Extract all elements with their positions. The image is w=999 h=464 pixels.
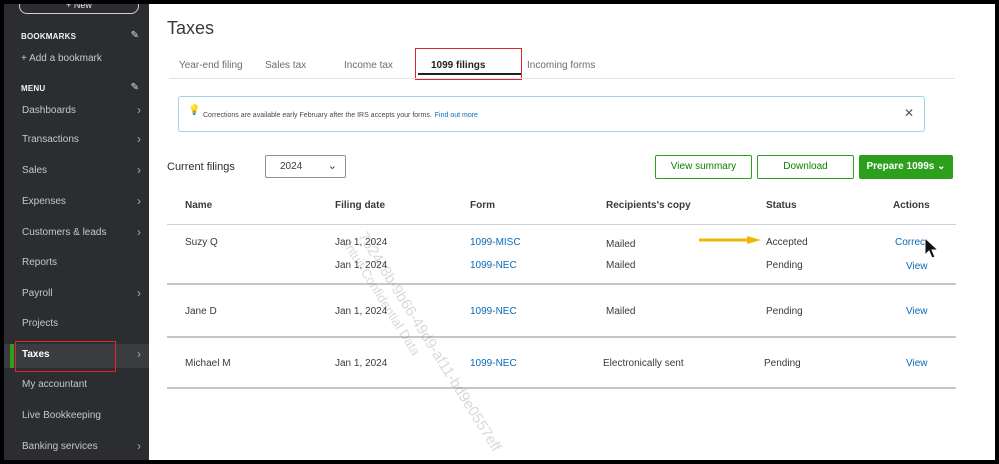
chevron-right-icon: › <box>137 163 141 177</box>
view-link[interactable]: View <box>906 358 928 369</box>
info-banner: 💡 Corrections are available early Februa… <box>178 96 925 132</box>
sidebar-item-expenses[interactable]: Expenses › <box>4 191 149 215</box>
sidebar-item-label: Transactions <box>22 134 79 145</box>
form-link[interactable]: 1099-NEC <box>470 306 517 317</box>
banner-text: Corrections are available early February… <box>203 112 432 119</box>
sidebar-item-label: Projects <box>22 318 59 329</box>
column-header-actions: Actions <box>893 200 930 211</box>
chevron-right-icon: › <box>137 103 141 117</box>
year-select[interactable]: 2024 ⌄ <box>265 155 346 178</box>
view-summary-button[interactable]: View summary <box>655 155 752 179</box>
cell-recipients-copy: Mailed <box>606 239 636 250</box>
sidebar-item-label: Sales <box>22 165 48 176</box>
tab-income-tax[interactable]: Income tax <box>344 60 393 71</box>
chevron-right-icon: › <box>137 225 141 239</box>
tab-incoming-forms[interactable]: Incoming forms <box>527 60 595 71</box>
sidebar-item-label: Banking services <box>22 441 98 452</box>
cell-filing-date: Jan 1, 2024 <box>335 306 388 317</box>
sidebar-item-customers-leads[interactable]: Customers & leads › <box>4 222 149 246</box>
prepare-1099s-label: Prepare 1099s <box>866 161 935 172</box>
view-link[interactable]: View <box>906 261 928 272</box>
form-link[interactable]: 1099-NEC <box>470 358 517 369</box>
column-header-filing-date: Filing date <box>335 200 385 211</box>
chevron-right-icon: › <box>137 439 141 453</box>
sidebar-item-payroll[interactable]: Payroll › <box>4 283 149 307</box>
column-header-status: Status <box>766 200 797 211</box>
correct-link[interactable]: Correct <box>895 237 928 248</box>
tab-year-end-filing[interactable]: Year-end filing <box>179 60 243 71</box>
sidebar-item-projects[interactable]: Projects <box>4 313 149 337</box>
form-link[interactable]: 1099-NEC <box>470 260 517 271</box>
view-link[interactable]: View <box>906 306 928 317</box>
sidebar-item-label: Dashboards <box>22 105 76 116</box>
status-badge: Pending <box>766 306 803 317</box>
close-icon[interactable]: ✕ <box>904 106 914 120</box>
tab-highlight-box <box>415 48 522 80</box>
cell-filing-date: Jan 1, 2024 <box>335 260 388 271</box>
download-button[interactable]: Download <box>757 155 854 179</box>
divider <box>167 224 956 225</box>
annotation-arrow-icon <box>699 236 761 244</box>
bookmarks-heading: BOOKMARKS <box>21 32 77 41</box>
column-header-name: Name <box>185 200 213 211</box>
status-badge: Pending <box>766 260 803 271</box>
watermark-line-2: Intuit Confidential Data <box>341 238 424 359</box>
divider <box>167 283 956 285</box>
sidebar-item-banking-services[interactable]: Banking services › <box>4 436 149 460</box>
chevron-right-icon: › <box>137 194 141 208</box>
cell-name: Jane D <box>185 306 217 317</box>
divider <box>167 336 956 338</box>
menu-heading: MENU <box>21 84 46 93</box>
chevron-down-icon: ⌄ <box>327 160 337 172</box>
sidebar: + New BOOKMARKS ✎ + Add a bookmark MENU … <box>4 4 149 460</box>
prepare-1099s-button[interactable]: Prepare 1099s ⌄ <box>859 155 953 179</box>
cell-name: Suzy Q <box>185 237 218 248</box>
chevron-right-icon: › <box>137 132 141 146</box>
edit-menu-icon[interactable]: ✎ <box>131 82 139 93</box>
cell-filing-date: Jan 1, 2024 <box>335 358 388 369</box>
new-button[interactable]: + New <box>19 4 139 14</box>
taxes-highlight-box <box>15 341 116 372</box>
mouse-cursor-icon <box>924 237 940 259</box>
chevron-down-icon: ⌄ <box>937 161 946 172</box>
year-value: 2024 <box>280 161 303 172</box>
sidebar-item-transactions[interactable]: Transactions › <box>4 129 149 153</box>
tab-sales-tax[interactable]: Sales tax <box>265 60 306 71</box>
column-header-form: Form <box>470 200 495 211</box>
add-bookmark-link[interactable]: + Add a bookmark <box>21 53 102 64</box>
banner-message: Corrections are available early February… <box>203 112 478 119</box>
sidebar-item-live-bookkeeping[interactable]: Live Bookkeeping <box>4 405 149 429</box>
chevron-right-icon: › <box>137 347 141 361</box>
sidebar-item-label: Reports <box>22 257 58 268</box>
page-title: Taxes <box>167 18 215 38</box>
cell-recipients-copy: Electronically sent <box>603 358 684 369</box>
sidebar-item-label: Customers & leads <box>22 227 107 238</box>
divider <box>169 78 955 79</box>
sidebar-item-label: My accountant <box>22 379 88 390</box>
sidebar-item-label: Payroll <box>22 288 53 299</box>
sidebar-item-sales[interactable]: Sales › <box>4 160 149 184</box>
sidebar-item-my-accountant[interactable]: My accountant <box>4 374 149 398</box>
cell-filing-date: Jan 1, 2024 <box>335 237 388 248</box>
sidebar-item-label: Expenses <box>22 196 66 207</box>
edit-bookmarks-icon[interactable]: ✎ <box>131 30 139 41</box>
divider <box>167 387 956 389</box>
cell-recipients-copy: Mailed <box>606 306 636 317</box>
current-filings-label: Current filings <box>167 161 235 173</box>
chevron-right-icon: › <box>137 286 141 300</box>
app-window: + New BOOKMARKS ✎ + Add a bookmark MENU … <box>4 4 995 460</box>
sidebar-item-label: Live Bookkeeping <box>22 410 101 421</box>
sidebar-item-dashboards[interactable]: Dashboards › <box>4 100 149 124</box>
main-content: Taxes Year-end filing Sales tax Income t… <box>149 4 995 460</box>
cell-name: Michael M <box>185 358 231 369</box>
status-badge: Accepted <box>766 237 808 248</box>
find-out-more-link[interactable]: Find out more <box>435 112 478 119</box>
cell-recipients-copy: Mailed <box>606 260 636 271</box>
column-header-recipients-copy: Recipients's copy <box>606 200 691 211</box>
sidebar-item-reports[interactable]: Reports <box>4 252 149 276</box>
status-badge: Pending <box>764 358 801 369</box>
lightbulb-icon: 💡 <box>188 105 201 116</box>
form-link[interactable]: 1099-MISC <box>470 237 521 248</box>
